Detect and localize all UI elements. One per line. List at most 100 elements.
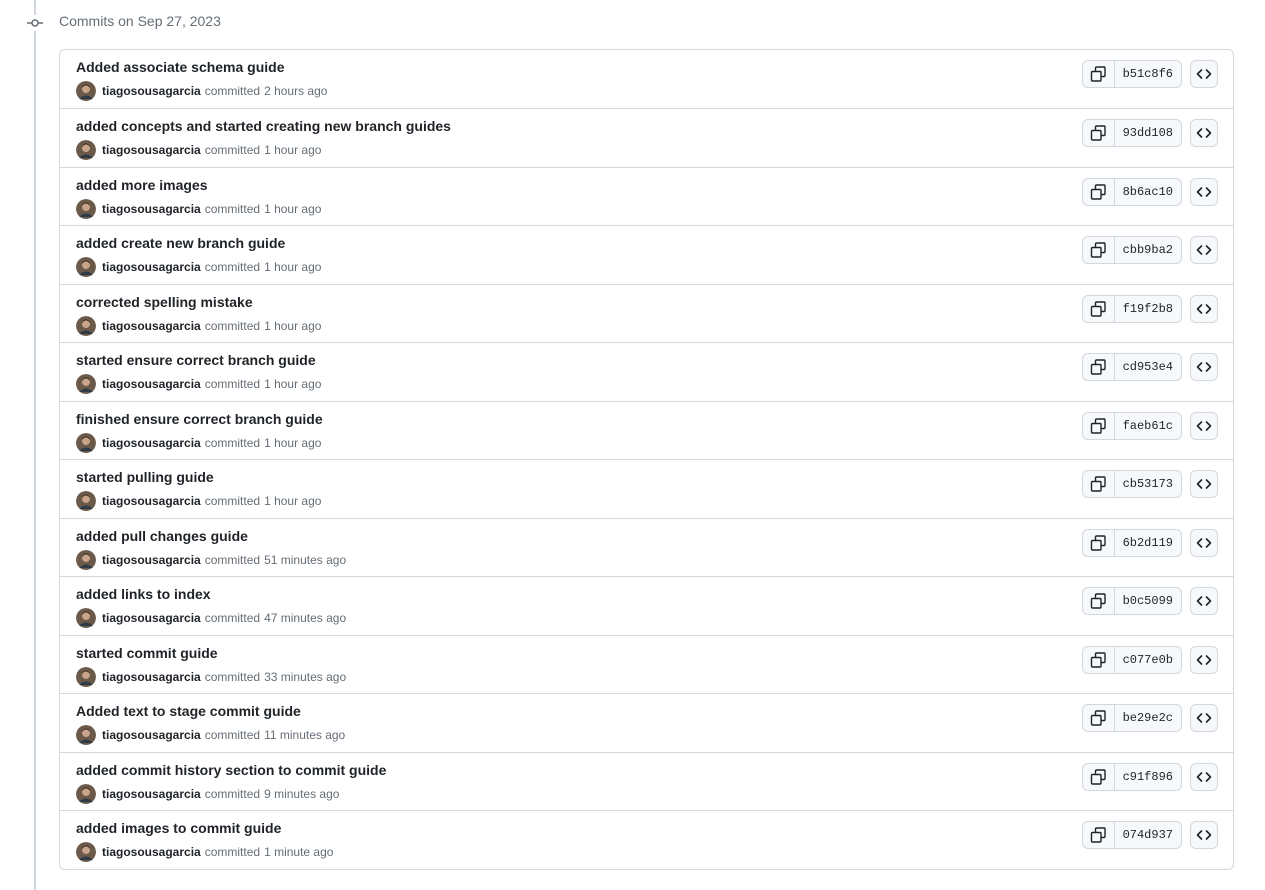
commit-author-link[interactable]: tiagosousagarcia — [102, 143, 201, 157]
commit-author-link[interactable]: tiagosousagarcia — [102, 553, 201, 567]
commit-message-link[interactable]: corrected spelling mistake — [76, 293, 253, 311]
browse-repo-button[interactable] — [1190, 411, 1218, 440]
commit-author-link[interactable]: tiagosousagarcia — [102, 494, 201, 508]
copy-sha-button[interactable] — [1083, 822, 1115, 848]
commit-sha-link[interactable]: faeb61c — [1115, 413, 1181, 439]
commit-message-link[interactable]: Added text to stage commit guide — [76, 702, 301, 720]
avatar[interactable] — [76, 783, 96, 804]
commit-author-link[interactable]: tiagosousagarcia — [102, 84, 201, 98]
sha-button-group: 93dd108 — [1081, 119, 1182, 147]
commit-sha-link[interactable]: c077e0b — [1115, 647, 1181, 673]
avatar[interactable] — [76, 842, 96, 862]
browse-repo-button[interactable] — [1190, 645, 1218, 674]
commit-message-link[interactable]: added pull changes guide — [76, 527, 248, 545]
copy-sha-button[interactable] — [1083, 178, 1115, 205]
avatar[interactable] — [76, 725, 96, 745]
copy-icon — [1090, 359, 1106, 375]
commit-actions: be29e2c — [1081, 704, 1218, 732]
browse-repo-button[interactable] — [1190, 60, 1218, 88]
copy-sha-button[interactable] — [1083, 588, 1115, 614]
browse-repo-button[interactable] — [1190, 119, 1218, 147]
commit-author-link[interactable]: tiagosousagarcia — [102, 260, 201, 274]
browse-repo-button[interactable] — [1190, 528, 1218, 557]
browse-repo-button[interactable] — [1190, 236, 1218, 264]
browse-repo-button[interactable] — [1190, 177, 1218, 206]
commit-actions: cbb9ba2 — [1081, 236, 1218, 264]
copy-icon — [1090, 417, 1106, 434]
browse-repo-button[interactable] — [1190, 294, 1218, 323]
commit-sha-link[interactable]: 074d937 — [1115, 822, 1181, 848]
commit-author-link[interactable]: tiagosousagarcia — [102, 377, 201, 391]
commit-message-link[interactable]: started pulling guide — [76, 468, 214, 486]
commit-author-link[interactable]: tiagosousagarcia — [102, 319, 201, 333]
commit-message-link[interactable]: started commit guide — [76, 644, 218, 662]
copy-sha-button[interactable] — [1083, 412, 1115, 439]
copy-sha-button[interactable] — [1083, 471, 1115, 497]
copy-icon — [1090, 66, 1106, 82]
avatar[interactable] — [76, 140, 96, 160]
code-icon — [1196, 654, 1212, 665]
commit-sha-link[interactable]: be29e2c — [1115, 705, 1181, 731]
browse-repo-button[interactable] — [1190, 821, 1218, 849]
commit-message-link[interactable]: added more images — [76, 176, 208, 194]
commit-author-link[interactable]: tiagosousagarcia — [102, 787, 201, 801]
avatar[interactable] — [76, 432, 96, 453]
commit-message-link[interactable]: added links to index — [76, 585, 211, 603]
avatar[interactable] — [76, 315, 96, 336]
commit-sha-link[interactable]: cd953e4 — [1115, 354, 1181, 380]
avatar[interactable] — [76, 666, 96, 687]
browse-repo-button[interactable] — [1190, 353, 1218, 381]
commit-time: 51 minutes ago — [264, 552, 347, 567]
avatar[interactable] — [76, 198, 96, 219]
copy-sha-button[interactable] — [1083, 763, 1115, 790]
commit-actions: f19f2b8 — [1081, 294, 1218, 323]
commit-actions: cb53173 — [1081, 470, 1218, 498]
commit-sha-link[interactable]: cbb9ba2 — [1115, 237, 1181, 263]
commit-message-link[interactable]: added concepts and started creating new … — [76, 117, 451, 135]
commit-sha-link[interactable]: f19f2b8 — [1115, 296, 1181, 322]
avatar[interactable] — [76, 257, 96, 277]
copy-sha-button[interactable] — [1083, 61, 1115, 87]
commit-message-link[interactable]: added commit history section to commit g… — [76, 761, 386, 779]
browse-repo-button[interactable] — [1190, 704, 1218, 732]
commit-author-link[interactable]: tiagosousagarcia — [102, 728, 201, 742]
commit-verb: committed — [204, 669, 261, 684]
commit-author-link[interactable]: tiagosousagarcia — [102, 202, 201, 216]
avatar[interactable] — [76, 374, 96, 394]
avatar[interactable] — [76, 491, 96, 511]
copy-sha-button[interactable] — [1083, 295, 1115, 322]
browse-repo-button[interactable] — [1190, 470, 1218, 498]
commit-author-link[interactable]: tiagosousagarcia — [102, 845, 201, 859]
copy-sha-button[interactable] — [1083, 237, 1115, 263]
commit-time: 33 minutes ago — [264, 669, 347, 684]
commit-author-link[interactable]: tiagosousagarcia — [102, 436, 201, 450]
avatar[interactable] — [76, 81, 96, 101]
commit-message-link[interactable]: started ensure correct branch guide — [76, 351, 316, 369]
browse-repo-button[interactable] — [1190, 587, 1218, 615]
commit-message-link[interactable]: added create new branch guide — [76, 234, 285, 252]
commit-author-link[interactable]: tiagosousagarcia — [102, 611, 201, 625]
copy-sha-button[interactable] — [1083, 705, 1115, 731]
avatar[interactable] — [76, 608, 96, 628]
commit-message-link[interactable]: added images to commit guide — [76, 819, 281, 837]
commit-sha-link[interactable]: cb53173 — [1115, 471, 1181, 497]
copy-sha-button[interactable] — [1083, 120, 1115, 146]
avatar[interactable] — [76, 549, 96, 570]
sha-button-group: 074d937 — [1081, 821, 1182, 849]
commit-verb: committed — [204, 611, 261, 625]
commit-sha-link[interactable]: 6b2d119 — [1115, 530, 1181, 556]
browse-repo-button[interactable] — [1190, 762, 1218, 791]
commit-message-link[interactable]: Added associate schema guide — [76, 58, 285, 76]
commit-sha-link[interactable]: c91f896 — [1115, 764, 1181, 790]
copy-sha-button[interactable] — [1083, 529, 1115, 556]
commit-sha-link[interactable]: b51c8f6 — [1115, 61, 1181, 87]
copy-sha-button[interactable] — [1083, 646, 1115, 673]
commit-actions: c91f896 — [1081, 762, 1218, 791]
commit-row: Added text to stage commit guide tiagoso… — [60, 693, 1233, 752]
commit-sha-link[interactable]: b0c5099 — [1115, 588, 1181, 614]
commit-sha-link[interactable]: 8b6ac10 — [1115, 179, 1181, 205]
commit-sha-link[interactable]: 93dd108 — [1115, 120, 1181, 146]
commit-message-link[interactable]: finished ensure correct branch guide — [76, 410, 323, 428]
copy-sha-button[interactable] — [1083, 354, 1115, 380]
commit-author-link[interactable]: tiagosousagarcia — [102, 670, 201, 684]
